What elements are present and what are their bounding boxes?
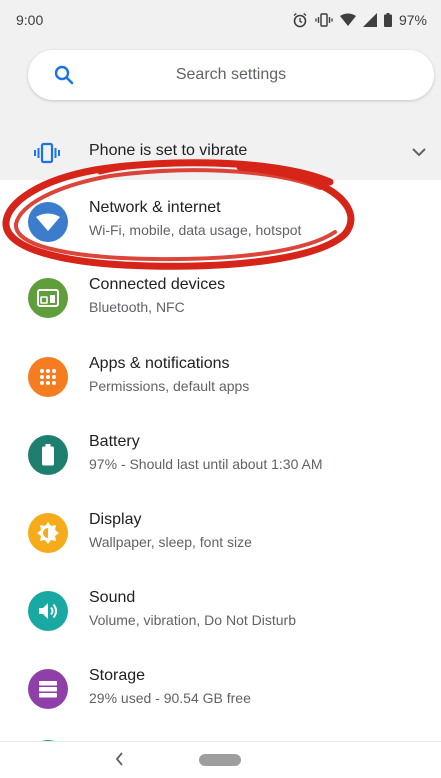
item-subtitle: Wallpaper, sleep, font size <box>89 534 252 550</box>
status-icons: 97% <box>292 12 427 28</box>
navigation-bar <box>0 741 441 778</box>
item-subtitle: Bluetooth, NFC <box>89 299 185 315</box>
apps-grid-icon <box>28 357 68 397</box>
back-icon[interactable] <box>113 751 127 767</box>
item-title: Sound <box>89 589 136 606</box>
settings-item-sound[interactable]: Sound Volume, vibration, Do Not Disturb <box>0 560 441 636</box>
settings-item-storage[interactable]: Storage 29% used - 90.54 GB free <box>0 636 441 712</box>
connected-devices-icon <box>28 278 68 318</box>
battery-icon <box>28 435 68 475</box>
item-subtitle: Permissions, default apps <box>89 378 250 394</box>
settings-item-network[interactable]: Network & internet Wi-Fi, mobile, data u… <box>0 180 441 256</box>
settings-item-display[interactable]: Display Wallpaper, sleep, font size <box>0 484 441 560</box>
battery-status-icon <box>383 13 392 27</box>
vibrate-suggestion[interactable]: Phone is set to vibrate <box>0 128 441 178</box>
item-title: Connected devices <box>89 276 226 293</box>
vibrate-icon <box>34 142 60 164</box>
item-title: Storage <box>89 667 146 684</box>
item-title: Apps & notifications <box>89 355 230 372</box>
volume-icon <box>28 591 68 631</box>
item-title: Network & internet <box>89 199 221 216</box>
vibrate-status-icon <box>315 13 333 27</box>
item-subtitle: 29% used - 90.54 GB free <box>89 690 251 706</box>
wifi-status-icon <box>339 13 356 26</box>
status-bar: 9:00 97% <box>0 0 441 40</box>
signal-icon <box>362 13 377 27</box>
wifi-icon <box>28 202 68 242</box>
brightness-icon <box>28 513 68 553</box>
settings-item-connected-devices[interactable]: Connected devices Bluetooth, NFC <box>0 256 441 332</box>
search-input[interactable]: Search settings <box>28 66 434 84</box>
settings-item-apps[interactable]: Apps & notifications Permissions, defaul… <box>0 332 441 408</box>
item-subtitle: 97% - Should last until about 1:30 AM <box>89 456 323 472</box>
home-button[interactable] <box>199 754 241 766</box>
battery-percent: 97% <box>398 12 427 28</box>
item-title: Display <box>89 511 142 528</box>
status-time: 9:00 <box>16 12 44 28</box>
settings-item-battery[interactable]: Battery 97% - Should last until about 1:… <box>0 408 441 484</box>
item-title: Battery <box>89 433 140 450</box>
search-bar[interactable]: Search settings <box>28 50 434 100</box>
item-subtitle: Volume, vibration, Do Not Disturb <box>89 612 296 628</box>
alarm-icon <box>293 12 307 28</box>
item-subtitle: Wi-Fi, mobile, data usage, hotspot <box>89 222 302 238</box>
chevron-down-icon[interactable] <box>411 146 427 158</box>
storage-icon <box>28 669 68 709</box>
suggestion-text: Phone is set to vibrate <box>89 142 248 159</box>
